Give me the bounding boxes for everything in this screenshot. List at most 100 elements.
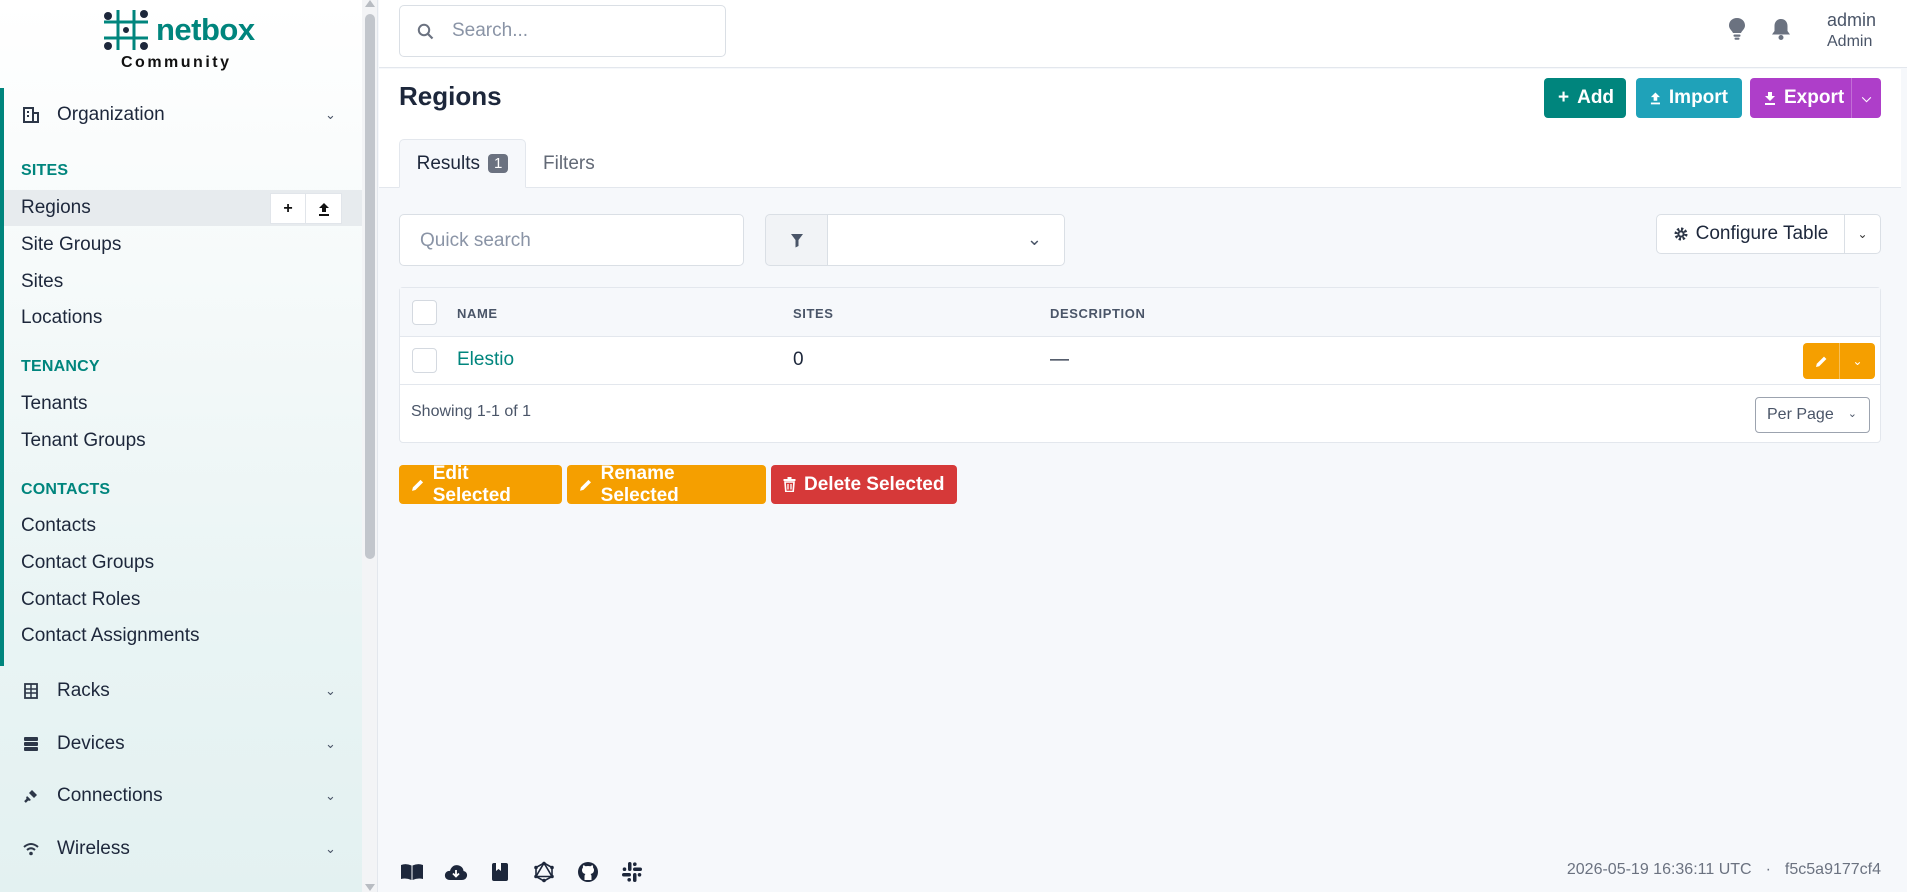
- region-name-link[interactable]: Elestio: [457, 349, 514, 371]
- tab-filters[interactable]: Filters: [543, 139, 595, 188]
- github-icon[interactable]: [576, 860, 600, 884]
- sidebar-item-regions[interactable]: Regions +: [4, 190, 362, 226]
- rack-icon: [22, 682, 40, 700]
- menu-section-label: Connections: [57, 785, 163, 806]
- scroll-up-arrow[interactable]: [365, 0, 375, 7]
- footer-timestamp: 2026-05-19 16:36:11 UTC: [1566, 861, 1752, 878]
- brand-edition: Community: [121, 54, 232, 71]
- sidebar-item-contact-roles[interactable]: Contact Roles: [4, 582, 362, 618]
- sidebar-item-label: Sites: [21, 271, 64, 292]
- global-search[interactable]: [399, 5, 726, 57]
- import-button[interactable]: Import: [1636, 78, 1742, 118]
- pencil-icon: [412, 479, 424, 491]
- download-icon: [1765, 92, 1775, 105]
- menu-section-label: Devices: [57, 733, 125, 754]
- bookmark-icon[interactable]: [488, 860, 512, 884]
- per-page-label: Per Page: [1767, 406, 1834, 423]
- header-icons: [1728, 17, 1792, 46]
- select-all-checkbox[interactable]: [412, 300, 437, 325]
- sidebar-item-label: Contact Groups: [21, 552, 155, 573]
- menu-section-connections[interactable]: Connections ⌄: [0, 771, 362, 821]
- delete-selected-button[interactable]: Delete Selected: [771, 465, 957, 504]
- bell-icon[interactable]: [1770, 17, 1792, 46]
- plug-icon: [22, 787, 40, 805]
- configure-table-button[interactable]: Configure Table: [1656, 214, 1845, 254]
- brand[interactable]: netbox Community: [0, 0, 362, 80]
- menu-section-racks[interactable]: Racks ⌄: [0, 666, 362, 716]
- menu-section-devices[interactable]: Devices ⌄: [0, 719, 362, 769]
- scroll-down-arrow[interactable]: [365, 884, 375, 891]
- tab-label: Results: [416, 152, 480, 174]
- chevron-down-icon: ⌄: [325, 107, 336, 122]
- quick-search[interactable]: [399, 214, 744, 266]
- server-icon: [22, 735, 40, 753]
- organization-menu: Organization ⌄ SITES Regions + Site Grou…: [0, 88, 362, 666]
- building-icon: [22, 106, 40, 124]
- sidebar-item-locations[interactable]: Locations: [4, 300, 362, 336]
- cloud-download-icon[interactable]: [444, 860, 468, 884]
- per-page-select[interactable]: Per Page ⌄: [1755, 397, 1870, 433]
- quick-search-input[interactable]: [420, 227, 720, 255]
- sidebar-item-label: Contact Assignments: [21, 625, 200, 646]
- sidebar-item-label: Tenant Groups: [21, 430, 146, 451]
- group-heading-sites: SITES: [21, 162, 69, 179]
- column-header-name[interactable]: NAME: [457, 306, 498, 321]
- sidebar-item-contacts[interactable]: Contacts: [4, 508, 362, 544]
- tab-results[interactable]: Results 1: [399, 139, 526, 188]
- column-header-sites[interactable]: SITES: [793, 306, 834, 321]
- filter-button[interactable]: [765, 214, 828, 266]
- page-title: Regions: [399, 81, 502, 111]
- column-header-description[interactable]: DESCRIPTION: [1050, 306, 1145, 321]
- scrollbar-thumb[interactable]: [365, 14, 375, 559]
- menu-section-label: Wireless: [57, 838, 130, 859]
- sidebar-item-contact-assignments[interactable]: Contact Assignments: [4, 618, 362, 654]
- add-button-label: Add: [1577, 87, 1615, 108]
- plus-icon[interactable]: +: [270, 193, 306, 224]
- sidebar-scrollbar[interactable]: [362, 0, 377, 892]
- brand-name: netbox: [156, 12, 255, 47]
- results-count-badge: 1: [488, 154, 509, 173]
- chevron-down-icon: ⌄: [325, 841, 336, 856]
- chevron-down-icon: ⌄: [1857, 227, 1868, 241]
- chevron-down-icon: ⌄: [1847, 408, 1857, 420]
- pagination-summary: Showing 1-1 of 1: [411, 403, 532, 420]
- group-heading-contacts: CONTACTS: [21, 481, 111, 498]
- sidebar-item-contact-groups[interactable]: Contact Groups: [4, 545, 362, 581]
- search-input[interactable]: [452, 16, 712, 46]
- netbox-logo-icon: [104, 10, 148, 50]
- sidebar-item-sites[interactable]: Sites: [4, 264, 362, 300]
- add-button[interactable]: + Add: [1544, 78, 1626, 118]
- slack-icon[interactable]: [620, 860, 644, 884]
- chevron-down-icon[interactable]: ⌵: [1851, 78, 1881, 118]
- sidebar-item-tenant-groups[interactable]: Tenant Groups: [4, 423, 362, 459]
- sidebar-item-tenants[interactable]: Tenants: [4, 386, 362, 422]
- table-header: NAME SITES DESCRIPTION: [400, 288, 1880, 337]
- rename-selected-button[interactable]: Rename Selected: [567, 463, 766, 506]
- configure-table-dropdown[interactable]: ⌄: [1844, 214, 1881, 254]
- user-role: Admin: [1827, 33, 1873, 50]
- menu-section-wireless[interactable]: Wireless ⌄: [0, 824, 362, 874]
- chevron-down-icon[interactable]: ⌄: [1839, 343, 1875, 379]
- upload-icon[interactable]: [306, 193, 342, 224]
- edit-selected-button[interactable]: Edit Selected: [399, 463, 562, 506]
- pencil-icon[interactable]: [1803, 343, 1839, 379]
- import-button-label: Import: [1668, 87, 1728, 108]
- row-actions: ⌄: [1803, 343, 1875, 379]
- row-checkbox[interactable]: [412, 348, 437, 373]
- book-icon[interactable]: [400, 860, 424, 884]
- menu-section-organization[interactable]: Organization ⌄: [4, 90, 366, 140]
- sidebar-item-label: Contact Roles: [21, 589, 141, 610]
- sidebar-item-site-groups[interactable]: Site Groups: [4, 227, 362, 263]
- chevron-down-icon: ⌄: [325, 683, 336, 698]
- menu-section-label: Organization: [57, 104, 165, 125]
- saved-filter-select[interactable]: ⌄: [827, 214, 1065, 266]
- plus-icon: +: [1558, 87, 1570, 108]
- export-button[interactable]: Export ⌵: [1750, 78, 1881, 118]
- tab-label: Filters: [543, 152, 595, 174]
- user-menu[interactable]: admin Admin: [1827, 9, 1876, 53]
- graphql-icon[interactable]: [532, 860, 556, 884]
- gear-icon: [1674, 227, 1688, 241]
- user-name: admin: [1827, 10, 1877, 30]
- search-icon: [417, 23, 434, 40]
- lightbulb-icon[interactable]: [1728, 17, 1746, 46]
